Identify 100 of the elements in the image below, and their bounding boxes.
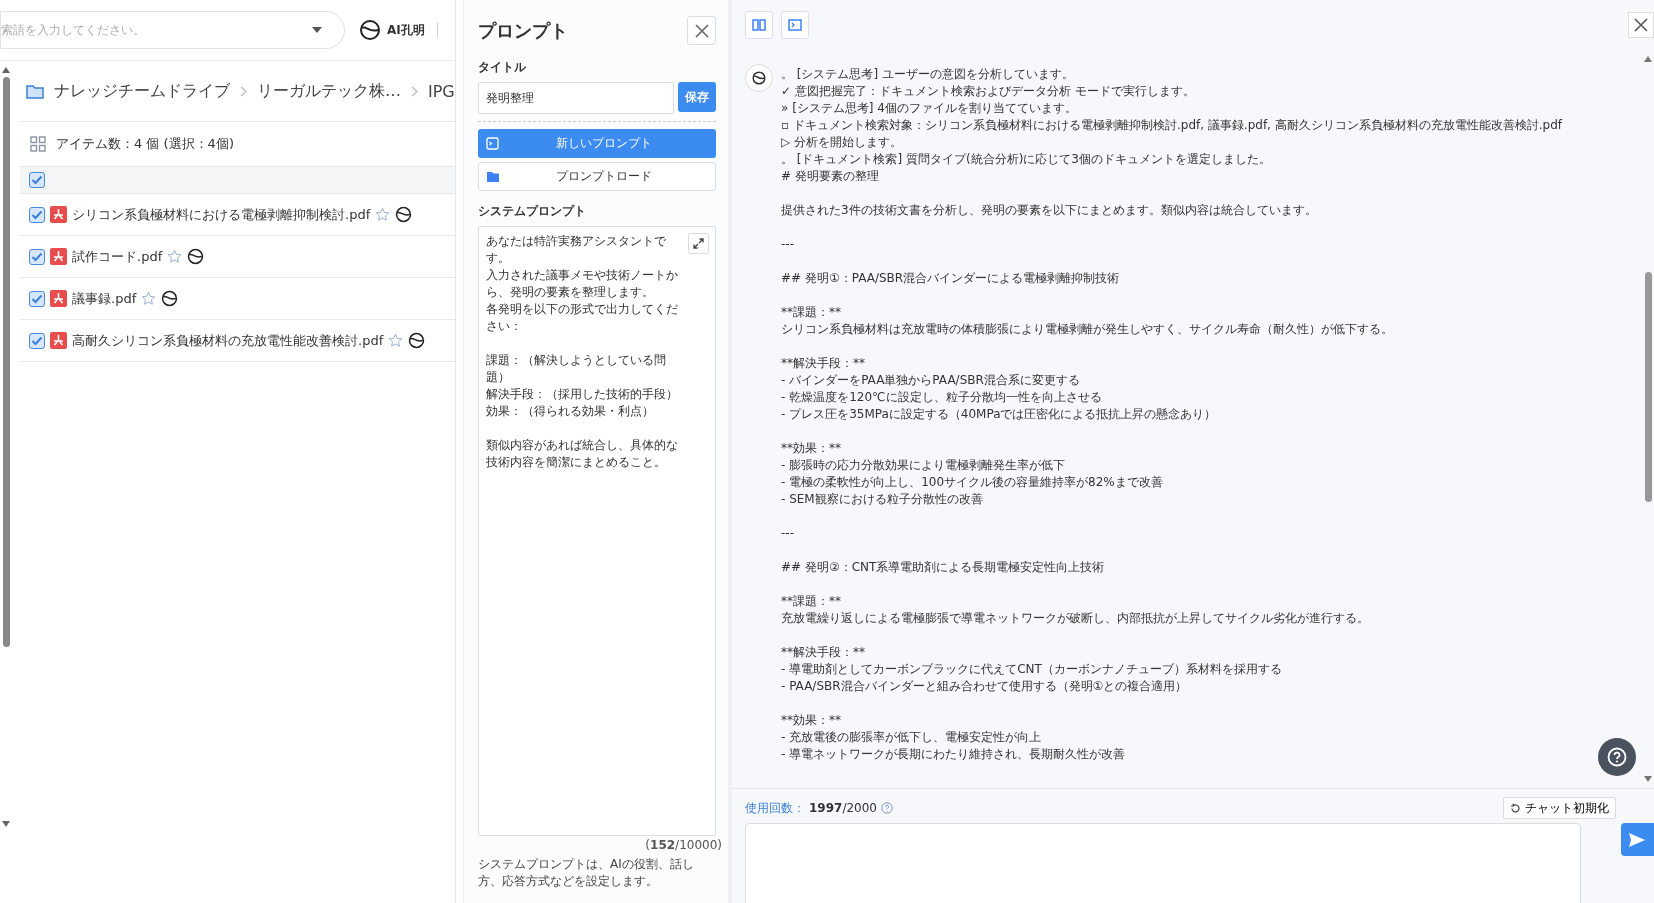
breadcrumb-item[interactable]: ナレッジチームドライブ <box>54 80 230 102</box>
file-checkbox[interactable] <box>29 248 45 265</box>
caret-icon <box>312 27 322 33</box>
folder-icon <box>487 170 500 183</box>
prompt-line: 類似内容があれば統合し、具体的な技術内容を簡潔にまとめること。 <box>486 437 679 471</box>
select-all-checkbox[interactable] <box>29 172 45 188</box>
scroll-down-icon[interactable] <box>1644 776 1652 782</box>
message-line: ▷ 分析を開始します。 <box>781 134 904 151</box>
message-line: ✓ 意図把握完了：ドキュメント検索およびデータ分析 モードで実行します。 <box>781 83 1196 100</box>
message-line: **課題：** <box>781 304 842 321</box>
message-line: **効果：** <box>781 712 842 729</box>
grid-icon <box>30 136 46 152</box>
columns-button[interactable] <box>745 11 773 39</box>
message-line: --- <box>781 236 795 253</box>
message-line: ▫ ドキュメント検索対象：シリコン系負極材料における電極剥離抑制検討.pdf, 議事録.pdf, 高耐久シリコン系負極材料の充放電性能改善検討.pdf <box>781 117 1563 134</box>
chevron-icon <box>240 85 247 97</box>
pdf-icon <box>50 290 67 307</box>
message-line: - 導電ネットワークが長期にわたり維持され、長期耐久性が改善 <box>781 746 1127 763</box>
chevron-icon <box>411 85 418 97</box>
prompt-line: 課題：（解決しようとしている問題） <box>486 352 667 386</box>
scroll-up-icon[interactable] <box>2 67 10 73</box>
send-button[interactable] <box>1620 823 1654 856</box>
system-prompt-field[interactable]: あなたは特許実務アシスタントです。 入力された議事メモや技術ノートから、発明の要素を整理します。 各発明を以下の形式で出力してください： 課題：（解決しようとしている問題） 解決手段：（採用した技術的手段） 効果：（得られる効果・利点） 類似内容があれば統合し、具体的な技術内容を簡潔にまとめること。 <box>478 226 716 836</box>
logo-icon[interactable] <box>161 290 179 307</box>
close-icon <box>694 23 709 38</box>
scroll-down-icon[interactable] <box>2 821 10 827</box>
scroll-up-icon[interactable] <box>1644 56 1652 62</box>
folder-icon <box>26 83 44 99</box>
message-line: --- <box>781 525 795 542</box>
logo-icon[interactable] <box>187 248 205 265</box>
file-name[interactable]: 高耐久シリコン系負極材料の充放電性能改善検討.pdf <box>72 331 384 350</box>
message-line: **課題：** <box>781 593 842 610</box>
message-line: - 膨張時の応力分散効果により電極剥離発生率が低下 <box>781 457 1067 474</box>
file-name[interactable]: シリコン系負極材料における電極剥離抑制検討.pdf <box>72 205 371 224</box>
star-icon[interactable] <box>141 291 157 306</box>
message-line: **解決手段：** <box>781 355 866 372</box>
terminal-icon <box>486 137 499 150</box>
star-icon[interactable] <box>388 333 404 348</box>
field-label: システムプロンプト <box>478 203 587 220</box>
message-line: - PAA/SBR混合バインダーと組み合わせて使用する（発明①との複合適用） <box>781 678 1189 695</box>
file-name[interactable]: 議事録.pdf <box>72 289 137 308</box>
message-line: 提供された3件の技術文書を分析し、発明の要素を以下にまとめます。類似内容は統合しています。 <box>781 202 1318 219</box>
scrollbar-thumb[interactable] <box>1644 272 1652 502</box>
title-field[interactable]: 発明整理 <box>478 82 674 114</box>
item-count: アイテム数：4 個 (選択：4個) <box>56 135 234 153</box>
message-line: 。 [システム思考] ユーザーの意図を分析しています。 <box>781 66 1075 83</box>
pdf-icon <box>50 332 67 349</box>
help-button[interactable] <box>1598 738 1636 776</box>
pdf-icon <box>50 206 67 223</box>
panel-button[interactable] <box>781 11 809 39</box>
file-checkbox[interactable] <box>29 206 45 223</box>
logo-icon[interactable] <box>395 206 413 223</box>
logo-icon <box>359 19 381 41</box>
message-line: **効果：** <box>781 440 842 457</box>
pdf-icon <box>50 248 67 265</box>
message-line: - SEM観察における粒子分散性の改善 <box>781 491 984 508</box>
close-button[interactable] <box>1628 12 1654 38</box>
chat-input-field[interactable] <box>745 823 1581 903</box>
file-checkbox[interactable] <box>29 332 45 349</box>
message-line: 充放電繰り返しによる電極膨張で導電ネットワークが破断し、内部抵抗が上昇してサイクル劣化が進行する。 <box>781 610 1370 627</box>
breadcrumb-item[interactable]: リーガルテック株… <box>257 80 401 102</box>
load-prompt-button[interactable]: プロンプトロード <box>478 162 716 191</box>
close-button[interactable] <box>687 16 716 45</box>
prompt-line: 各発明を以下の形式で出力してください： <box>486 301 679 335</box>
message-line: ## 発明②：CNT系導電助剤による長期電極安定性向上技術 <box>781 559 1106 576</box>
message-line: - 乾燥温度を120℃に設定し、粒子分散均一性を向上させる <box>781 389 1103 406</box>
prompt-line: 解決手段：（採用した技術的手段） <box>486 386 679 403</box>
send-icon <box>1629 832 1646 847</box>
usage-count: 1997/2000 <box>809 801 877 815</box>
expand-button[interactable] <box>688 233 709 254</box>
expand-icon <box>693 238 704 249</box>
usage-label: 使用回数： <box>745 799 805 817</box>
file-name[interactable]: 試作コード.pdf <box>72 247 163 266</box>
message-line: - プレス圧を35MPaに設定する（40MPaでは圧密化による抵抗上昇の懸念あり） <box>781 406 1218 423</box>
help-icon <box>1607 747 1627 767</box>
message-line: - 導電助剤としてカーボンブラックに代えてCNT（カーボンナノチューブ）系材料を採用する <box>781 661 1283 678</box>
message-line: - 充放電後の膨張率が低下し、電極安定性が向上 <box>781 729 1043 746</box>
logo-icon[interactable] <box>408 332 426 349</box>
message-line: ## 発明①：PAA/SBR混合バインダーによる電極剥離抑制技術 <box>781 270 1121 287</box>
message-line: 。 [ドキュメント検索] 質問タイプ(統合分析)に応じて3個のドキュメントを選定しました。 <box>781 151 1272 168</box>
breadcrumb-item[interactable]: IPG <box>428 81 455 101</box>
message-line: **解決手段：** <box>781 644 866 661</box>
prompt-line: 入力された議事メモや技術ノートから、発明の要素を整理します。 <box>486 267 679 301</box>
help-text: システムプロンプトは、AIの役割、話し方、応答方式などを設定します。 <box>478 856 695 890</box>
help-icon[interactable] <box>881 802 893 814</box>
star-icon[interactable] <box>167 249 183 264</box>
terminal-icon <box>788 19 802 31</box>
star-icon[interactable] <box>375 207 391 222</box>
field-label: タイトル <box>478 59 527 76</box>
message-line: シリコン系負極材料は充放電時の体積膨張により電極剥離が発生しやすく、サイクル寿命（耐久性）が低下する。 <box>781 321 1394 338</box>
brand-name: AI孔明 <box>387 21 425 39</box>
prompt-line: あなたは特許実務アシスタントです。 <box>486 233 667 267</box>
file-checkbox[interactable] <box>29 290 45 307</box>
message-line: - バインダーをPAA単独からPAA/SBR混合系に変更する <box>781 372 1081 389</box>
close-icon <box>1634 18 1648 32</box>
message-line: » [システム思考] 4個のファイルを割り当てています。 <box>781 100 1078 117</box>
character-counter: (152/10000) <box>644 838 722 852</box>
panel-title: プロンプト <box>478 18 568 43</box>
scrollbar-thumb[interactable] <box>2 77 10 647</box>
reset-chat-button[interactable]: チャット初期化 <box>1503 797 1616 819</box>
